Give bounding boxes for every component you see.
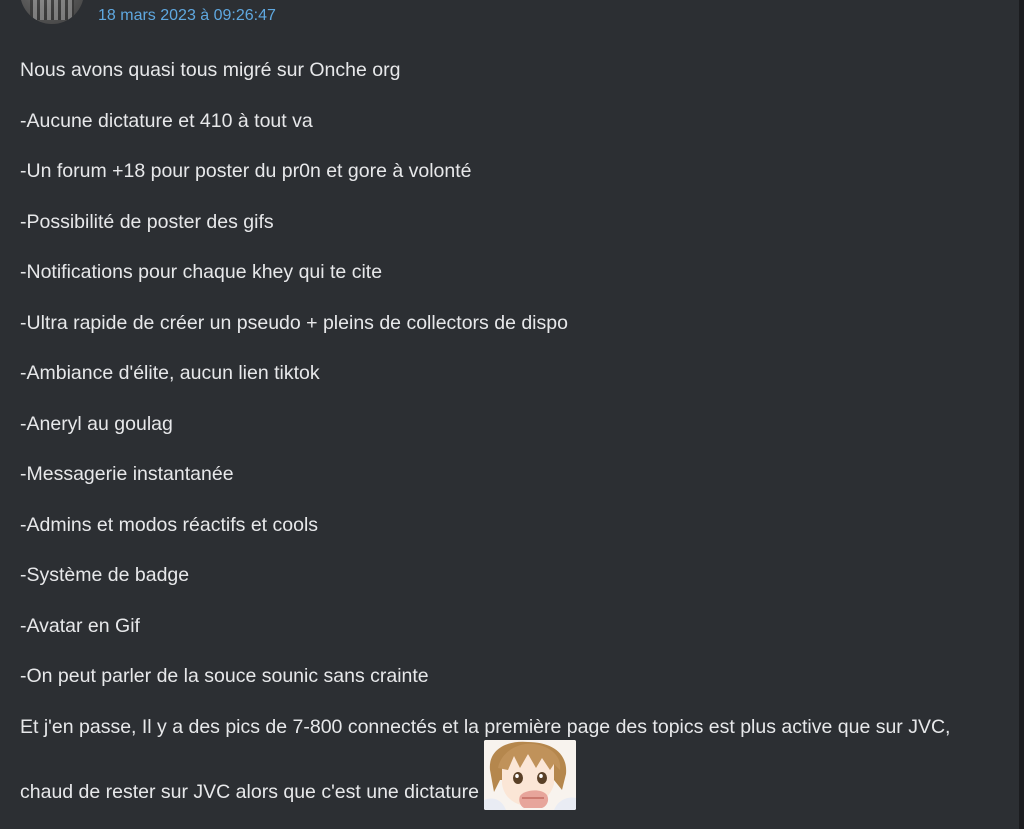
user-avatar-icon[interactable] xyxy=(20,0,84,24)
post-line-8: -Messagerie instantanée xyxy=(20,463,234,485)
post-line-2: -Un forum +18 pour poster du pr0n et gor… xyxy=(20,160,472,182)
post-line-6: -Ambiance d'élite, aucun lien tiktok xyxy=(20,362,320,384)
post-closing-line: chaud de rester sur JVC alors que c'est … xyxy=(20,740,576,810)
post-line-4: -Notifications pour chaque khey qui te c… xyxy=(20,261,383,283)
forum-post: 18 mars 2023 à 09:26:47 Nous avons quasi… xyxy=(0,0,1020,829)
sticker-drawing xyxy=(483,740,576,810)
post-line-5: -Ultra rapide de créer un pseudo + plein… xyxy=(20,311,568,334)
post-line-9: -Admins et modos réactifs et cools xyxy=(20,513,319,536)
post-line-11: -Avatar en Gif xyxy=(20,614,140,637)
avatar-image-detail xyxy=(30,0,74,20)
post-line-12: -On peut parler de la souce sounic sans … xyxy=(20,665,429,687)
post-line-1: -Aucune dictature et 410 à tout va xyxy=(20,109,313,132)
post-line-7: -Aneryl au goulag xyxy=(20,412,173,435)
scrollbar-track[interactable] xyxy=(1019,0,1024,829)
post-line-10: -Système de badge xyxy=(20,564,190,586)
post-body: Nous avons quasi tous migré sur Onche or… xyxy=(20,58,999,765)
anime-girl-sticker-icon xyxy=(483,740,576,810)
closing-text: chaud de rester sur JVC alors que c'est … xyxy=(20,781,479,803)
post-line-3: -Possibilité de poster des gifs xyxy=(20,210,274,233)
post-line-intro: Nous avons quasi tous migré sur Onche or… xyxy=(20,59,401,81)
post-date-link[interactable]: 18 mars 2023 à 09:26:47 xyxy=(98,6,276,26)
